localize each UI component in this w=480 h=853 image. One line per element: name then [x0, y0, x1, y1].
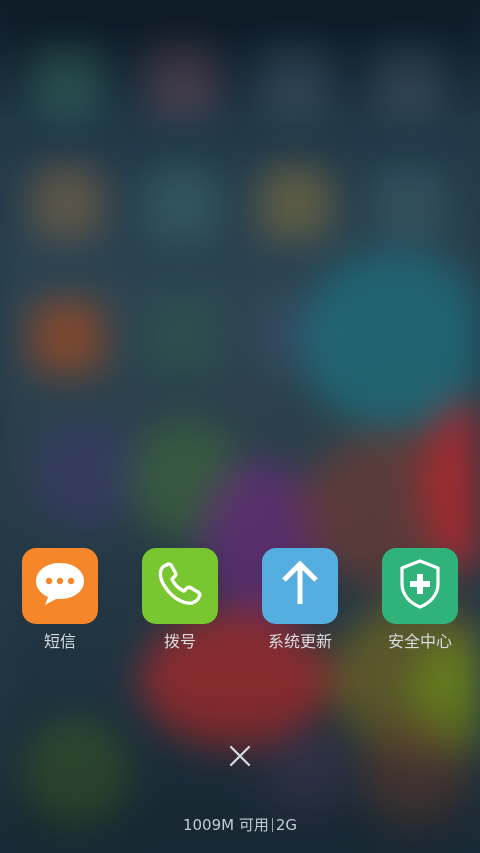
phone-handset-icon: [157, 561, 203, 611]
app-security-center[interactable]: 安全中心: [365, 548, 475, 652]
arrow-up-icon: [278, 560, 322, 612]
memory-total: 2G: [275, 816, 298, 834]
close-icon: [229, 745, 251, 771]
app-tile-system-update[interactable]: [262, 548, 338, 624]
app-label-system-update: 系统更新: [267, 632, 332, 651]
app-tile-phone[interactable]: [142, 548, 218, 624]
app-label-phone: 拨号: [163, 632, 196, 651]
app-tile-messages[interactable]: [22, 548, 98, 624]
memory-divider: [271, 818, 273, 832]
memory-status: 1009M 可用 2G: [0, 815, 480, 835]
message-bubble-icon: [33, 559, 87, 613]
app-tile-security-center[interactable]: [382, 548, 458, 624]
app-label-messages: 短信: [43, 632, 76, 651]
app-label-security-center: 安全中心: [387, 632, 452, 651]
recent-apps-screen: 短信 拨号 系统更新 安全中心 1009M 可用 2G: [0, 0, 480, 853]
app-messages[interactable]: 短信: [5, 548, 115, 652]
shield-plus-icon: [398, 558, 442, 614]
memory-available: 1009M 可用: [182, 816, 269, 834]
app-system-update[interactable]: 系统更新: [245, 548, 355, 652]
clear-all-button[interactable]: [220, 738, 260, 778]
recent-apps-row: 短信 拨号 系统更新 安全中心: [0, 548, 480, 658]
app-phone[interactable]: 拨号: [125, 548, 235, 652]
